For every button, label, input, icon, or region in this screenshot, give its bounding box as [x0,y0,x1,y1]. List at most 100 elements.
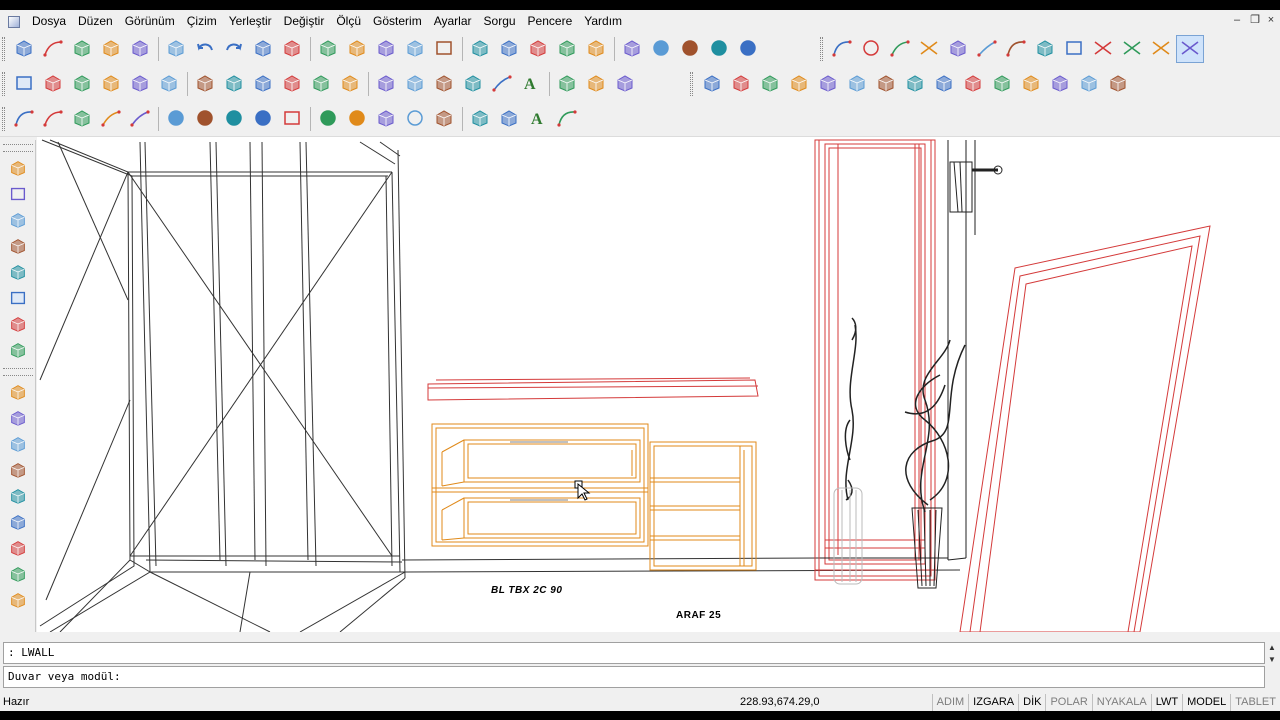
app-icon[interactable] [6,14,22,28]
layers-button[interactable] [524,35,552,63]
node-1-button[interactable] [162,105,190,133]
measure-button[interactable] [314,35,342,63]
module-7-button[interactable] [872,70,900,98]
3d-solid-button[interactable] [495,35,523,63]
menu-ayarlar[interactable]: Ayarlar [428,10,478,32]
ucs-button[interactable] [307,70,335,98]
solid-button[interactable] [430,105,458,133]
toolbar-grip[interactable] [3,144,33,152]
orange-open-shelf[interactable] [649,441,757,571]
polyline-button[interactable] [828,35,856,63]
cabinet-6-button[interactable] [3,588,33,614]
shelf-button[interactable] [3,406,33,432]
view-render-button[interactable] [3,312,33,338]
status-toggle-adim[interactable]: ADIM [931,694,969,711]
3d-view-button[interactable] [466,35,494,63]
toolbar-grip[interactable] [2,72,5,96]
menu-pencere[interactable]: Pencere [522,10,579,32]
copy-button[interactable] [249,70,277,98]
dimension-button[interactable] [343,35,371,63]
toolbar-grip[interactable] [690,72,693,96]
toolbar-grip[interactable] [820,37,823,61]
view-plan-button[interactable] [3,156,33,182]
rect-node-button[interactable] [314,105,342,133]
status-toggle-model[interactable]: MODEL [1182,694,1230,711]
module-3-button[interactable] [756,70,784,98]
node-3-button[interactable] [220,105,248,133]
view-front-button[interactable] [3,260,33,286]
status-toggle-tablet[interactable]: TABLET [1230,694,1280,711]
text-a-underline-button[interactable] [553,105,581,133]
menu-gosterim[interactable]: Gösterim [367,10,428,32]
point-button[interactable] [944,35,972,63]
publish-button[interactable] [162,35,190,63]
status-toggle-polar[interactable]: POLAR [1045,694,1091,711]
zoom-in-button[interactable] [430,70,458,98]
zoom-button[interactable] [372,35,400,63]
module-10-button[interactable] [1017,70,1045,98]
menu-degistir[interactable]: Değiştir [278,10,331,32]
trim-button[interactable] [915,35,943,63]
sphere-red-2-button[interactable] [676,35,704,63]
eraser-button[interactable] [249,35,277,63]
menu-yardim[interactable]: Yardım [578,10,628,32]
draw-spline-button[interactable] [97,105,125,133]
tracking-button[interactable] [126,70,154,98]
delete-cross-button[interactable] [1176,35,1204,63]
pentagon-node-button[interactable] [343,105,371,133]
snap-button[interactable] [39,70,67,98]
menu-olcu[interactable]: Ölçü [330,10,367,32]
redo-button[interactable] [220,35,248,63]
red-floor-mirror[interactable] [959,225,1211,632]
wall-lamp[interactable] [949,161,1003,213]
door-button[interactable] [1075,70,1103,98]
3d-box-button[interactable] [430,35,458,63]
print-button[interactable] [97,35,125,63]
module-6-button[interactable] [843,70,871,98]
cabinet-3-button[interactable] [3,458,33,484]
menu-yerlestir[interactable]: Yerleştir [223,10,278,32]
module-1-button[interactable] [698,70,726,98]
polygon-button[interactable] [1031,35,1059,63]
tap-button[interactable] [959,70,987,98]
cube-wire-button[interactable] [582,35,610,63]
plot-preview-button[interactable] [126,35,154,63]
grid-button[interactable] [10,70,38,98]
close-icon[interactable]: × [1264,13,1278,27]
zoom-window-button[interactable] [401,35,429,63]
view-grid-button[interactable] [3,286,33,312]
door-2-button[interactable] [3,536,33,562]
save-button[interactable] [68,35,96,63]
module-5-button[interactable] [814,70,842,98]
draw-hatch-button[interactable] [68,105,96,133]
chevron-up-icon[interactable]: ▲ [1266,642,1278,654]
mirror-button[interactable] [191,70,219,98]
cabinet-2-button[interactable] [3,432,33,458]
line-button[interactable] [886,35,914,63]
camera-button[interactable] [278,35,306,63]
move-button[interactable] [220,70,248,98]
module-4-button[interactable] [785,70,813,98]
lamp-button[interactable] [930,70,958,98]
sphere-red-button[interactable] [647,35,675,63]
moon-button[interactable] [1104,70,1132,98]
layer-button[interactable] [336,70,364,98]
status-toggle-izgara[interactable]: IZGARA [968,694,1018,711]
eye-button[interactable] [553,35,581,63]
hatch-button[interactable] [495,105,523,133]
module-9-button[interactable] [988,70,1016,98]
menu-gorunum[interactable]: Görünüm [119,10,181,32]
toolbar-grip[interactable] [2,37,5,61]
undo-button[interactable] [191,35,219,63]
node-2-button[interactable] [191,105,219,133]
red-wall-shelf[interactable] [427,377,759,401]
explode-button[interactable] [466,105,494,133]
module-8-button[interactable] [901,70,929,98]
view-box-button[interactable] [3,182,33,208]
view-iso-button[interactable] [3,234,33,260]
node-4-button[interactable] [249,105,277,133]
command-scrollbar[interactable]: ▲ ▼ [1266,642,1278,688]
status-toggle-nyakala[interactable]: NYAKALA [1091,694,1151,711]
text-a-button[interactable]: A [524,105,552,133]
ortho-button[interactable] [68,70,96,98]
